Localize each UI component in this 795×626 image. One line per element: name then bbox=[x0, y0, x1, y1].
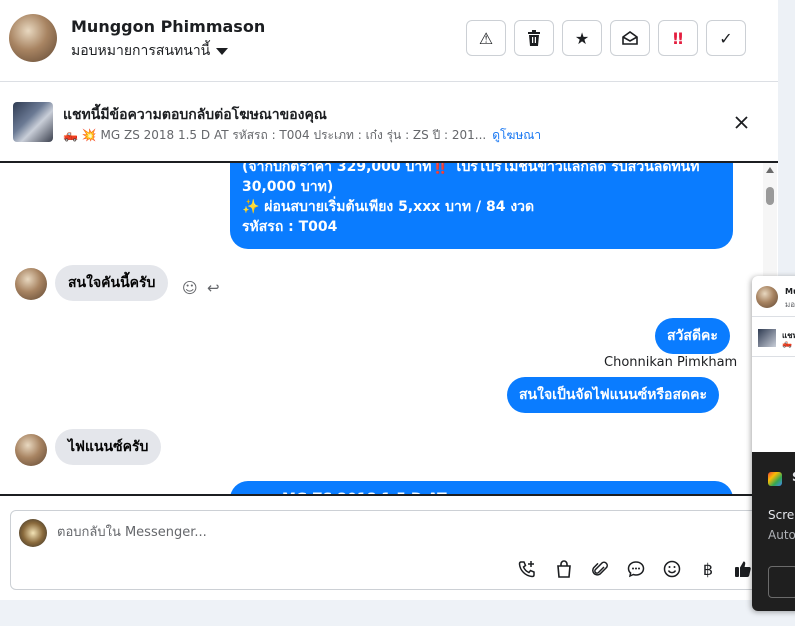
ad-banner-details: 🛻 💥 MG ZS 2018 1.5 D AT รหัสรถ : T004 ปร… bbox=[63, 126, 541, 145]
mark-unread-button[interactable] bbox=[610, 20, 650, 56]
conversation-header: Munggon Phimmason มอบหมายการสนทนานี้ ⚠ ★ bbox=[0, 0, 778, 82]
contact-avatar-small[interactable] bbox=[15, 434, 47, 466]
app-logo-icon bbox=[768, 472, 782, 486]
popup-subtitle: มอ bbox=[785, 300, 795, 309]
page-avatar bbox=[19, 519, 47, 547]
reply-input[interactable] bbox=[57, 520, 657, 544]
contact-avatar-small[interactable] bbox=[15, 268, 47, 300]
react-emoji-icon[interactable]: ☺ bbox=[182, 279, 198, 297]
warning-icon: ⚠ bbox=[478, 28, 494, 48]
popup-dark-text: Scre bbox=[768, 508, 795, 522]
outgoing-promo-message[interactable]: (จากปกติราคา 329,000 บาท‼️ โปรโปรโมชั่นข… bbox=[230, 163, 733, 249]
assign-label: มอบหมายการสนทนานี้ bbox=[71, 43, 211, 59]
chat-panel: Munggon Phimmason มอบหมายการสนทนานี้ ⚠ ★ bbox=[0, 0, 778, 600]
close-icon[interactable] bbox=[735, 116, 748, 129]
promo-line: รหัสรถ : T004 bbox=[242, 219, 338, 235]
paperclip-icon[interactable] bbox=[588, 557, 612, 581]
message-thread[interactable]: (จากปกติราคา 329,000 บาท‼️ โปรโปรโมชั่นข… bbox=[0, 163, 778, 496]
ad-banner-title: แชทนี้มีข้อความตอบกลับต่อโฆษณาของคุณ bbox=[63, 107, 327, 123]
popup-action-button[interactable] bbox=[768, 566, 795, 598]
incoming-message[interactable]: สนใจคันนี้ครับ bbox=[55, 265, 169, 301]
chevron-down-icon bbox=[216, 47, 229, 55]
popup-dark-panel: S Scre Auto bbox=[752, 452, 795, 611]
contact-avatar[interactable] bbox=[9, 14, 57, 62]
assign-conversation-dropdown[interactable]: มอบหมายการสนทนานี้ bbox=[71, 40, 229, 62]
reply-icon[interactable]: ↩ bbox=[207, 279, 220, 297]
chat-bubble-icon[interactable] bbox=[624, 557, 648, 581]
outgoing-message[interactable]: สวัสดีคะ bbox=[655, 318, 730, 354]
outgoing-message[interactable]: สนใจเป็นจัดไฟแนนซ์หรือสดคะ bbox=[507, 377, 719, 413]
mark-important-button[interactable]: ‼ bbox=[658, 20, 698, 56]
ad-thumbnail[interactable] bbox=[13, 102, 53, 142]
sender-name: Chonnikan Pimkham bbox=[604, 355, 738, 370]
envelope-open-icon bbox=[622, 31, 638, 45]
outgoing-message-partial[interactable]: MG ZS 2018 1.5 D AT bbox=[230, 481, 733, 494]
mark-done-button[interactable]: ✓ bbox=[706, 20, 746, 56]
popup-divider bbox=[752, 316, 795, 317]
check-icon: ✓ bbox=[719, 28, 733, 48]
scroll-up-arrow-icon[interactable] bbox=[766, 167, 774, 173]
view-ad-link[interactable]: ดูโฆษณา bbox=[492, 126, 541, 145]
mark-spam-button[interactable]: ⚠ bbox=[466, 20, 506, 56]
ad-reply-banner: แชทนี้มีข้อความตอบกลับต่อโฆษณาของคุณ 🛻 💥… bbox=[0, 83, 778, 163]
popup-dark-text: Auto bbox=[768, 528, 795, 542]
popup-ad-thumbnail bbox=[758, 329, 776, 347]
popup-name: Mu bbox=[785, 287, 795, 296]
delete-button[interactable] bbox=[514, 20, 554, 56]
popup-divider bbox=[752, 356, 795, 357]
trash-icon bbox=[528, 30, 540, 46]
promo-line: (จากปกติราคา 329,000 บาท‼️ โปรโปรโมชั่นข… bbox=[242, 163, 700, 175]
scrollbar-thumb[interactable] bbox=[766, 187, 774, 205]
reply-composer: ฿ bbox=[10, 510, 767, 590]
emoji-icon[interactable] bbox=[660, 557, 684, 581]
contact-name[interactable]: Munggon Phimmason bbox=[71, 17, 265, 36]
popup-avatar bbox=[756, 286, 778, 308]
promo-line: 30,000 บาท) bbox=[242, 179, 334, 195]
incoming-message[interactable]: ไฟแนนซ์ครับ bbox=[55, 429, 162, 465]
window-bottom-edge bbox=[0, 600, 795, 626]
baht-icon[interactable]: ฿ bbox=[696, 557, 720, 581]
shopping-bag-icon[interactable] bbox=[552, 557, 576, 581]
promo-line: ✨ ผ่อนสบายเริ่มต้นเพียง 5,xxx บาท / 84 ง… bbox=[242, 199, 535, 215]
important-icon: ‼ bbox=[672, 28, 684, 48]
star-icon: ★ bbox=[574, 28, 590, 48]
call-add-icon[interactable] bbox=[515, 557, 539, 581]
star-button[interactable]: ★ bbox=[562, 20, 602, 56]
ad-description: 🛻 💥 MG ZS 2018 1.5 D AT รหัสรถ : T004 ปร… bbox=[63, 128, 487, 142]
popup-ad-details: 🛻 💥 bbox=[782, 339, 795, 348]
notification-popup[interactable]: Mu มอ แชท 🛻 💥 S Scre Auto bbox=[752, 276, 795, 611]
